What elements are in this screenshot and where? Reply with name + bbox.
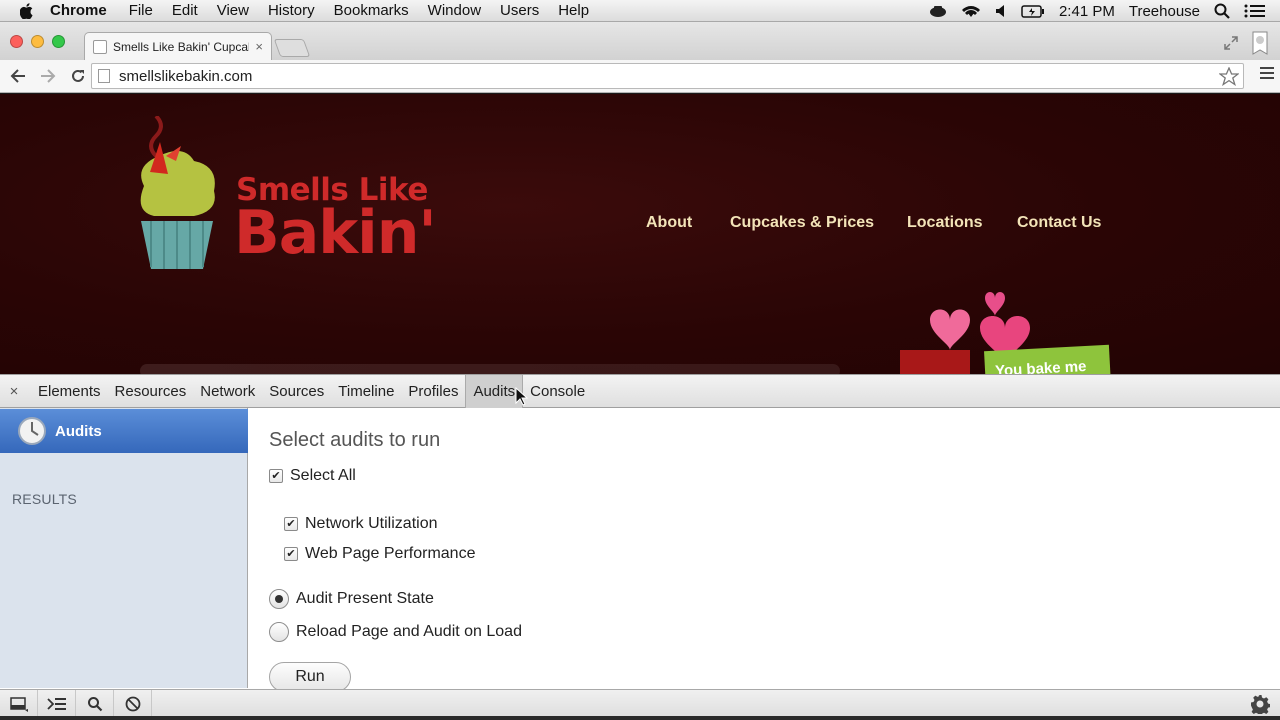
web-page-performance-label: Web Page Performance: [305, 545, 476, 562]
forward-icon[interactable]: [34, 62, 62, 90]
macos-menu-bar: Chrome File Edit View History Bookmarks …: [0, 0, 1280, 22]
devtools-tab-bar: × Elements Resources Network Sources Tim…: [0, 374, 1280, 408]
site-nav-cupcakes-prices[interactable]: Cupcakes & Prices: [730, 214, 874, 232]
browser-toolbar: smellslikebakin.com: [0, 60, 1280, 93]
menu-file[interactable]: File: [129, 2, 153, 19]
address-bar[interactable]: smellslikebakin.com: [91, 63, 1244, 89]
audits-heading: Select audits to run: [269, 429, 441, 451]
menu-bookmarks[interactable]: Bookmarks: [334, 2, 409, 19]
console-drawer-icon[interactable]: [38, 689, 76, 718]
menubar-user[interactable]: Treehouse: [1129, 3, 1200, 20]
menu-chrome[interactable]: Chrome: [50, 2, 107, 19]
page-icon: [98, 69, 110, 83]
menu-users[interactable]: Users: [500, 2, 539, 19]
tab-title: Smells Like Bakin' Cupcake: [113, 39, 250, 54]
mouse-cursor-icon: [515, 387, 529, 406]
website-viewport: Smells Like Bakin' About Cupcakes & Pric…: [0, 94, 1280, 374]
tab-profiles[interactable]: Profiles: [401, 375, 465, 408]
reload-and-audit-label: Reload Page and Audit on Load: [296, 623, 522, 640]
browser-tab-strip: Smells Like Bakin' Cupcake ×: [0, 22, 1280, 60]
menubar-clock[interactable]: 2:41 PM: [1059, 3, 1115, 20]
checkbox-checked-icon[interactable]: ✔: [269, 469, 283, 483]
fullscreen-icon[interactable]: [1224, 36, 1238, 55]
close-window-button[interactable]: [10, 35, 23, 48]
dock-toggle-icon[interactable]: [0, 689, 38, 718]
tab-elements[interactable]: Elements: [31, 375, 108, 408]
tab-resources[interactable]: Resources: [108, 375, 194, 408]
site-nav-contact-us[interactable]: Contact Us: [1017, 214, 1101, 232]
web-page-performance-checkbox[interactable]: ✔ Web Page Performance: [284, 545, 475, 563]
site-nav-about[interactable]: About: [646, 214, 692, 232]
logo-text-line2[interactable]: Bakin': [234, 198, 437, 268]
audits-clock-icon: [18, 417, 46, 445]
back-icon[interactable]: [4, 62, 32, 90]
site-nav-locations[interactable]: Locations: [907, 214, 983, 232]
cupcake-logo-icon[interactable]: [136, 116, 226, 276]
radio-selected-icon[interactable]: [269, 589, 289, 609]
chrome-menu-icon[interactable]: [1260, 66, 1274, 85]
clear-block-icon[interactable]: [114, 689, 152, 718]
menu-view[interactable]: View: [217, 2, 249, 19]
reload-and-audit-radio[interactable]: Reload Page and Audit on Load: [269, 622, 522, 642]
notification-center-icon[interactable]: [1244, 4, 1266, 18]
spotlight-search-icon[interactable]: [1214, 3, 1230, 19]
apple-menu-icon[interactable]: [16, 2, 38, 19]
volume-icon[interactable]: [995, 4, 1007, 18]
wifi-icon[interactable]: [961, 4, 981, 18]
reload-icon[interactable]: [64, 62, 92, 90]
profile-avatar-icon[interactable]: [1250, 30, 1270, 61]
sidebar-audits-label: Audits: [55, 422, 102, 440]
new-tab-button[interactable]: [273, 39, 311, 57]
select-all-label: Select All: [290, 467, 356, 484]
audit-present-state-label: Audit Present State: [296, 590, 434, 607]
network-utilization-checkbox[interactable]: ✔ Network Utilization: [284, 515, 437, 533]
devtools-panel: × Elements Resources Network Sources Tim…: [0, 374, 1280, 720]
tab-timeline[interactable]: Timeline: [331, 375, 401, 408]
checkbox-checked-icon[interactable]: ✔: [284, 517, 298, 531]
battery-icon[interactable]: [1021, 4, 1045, 18]
menu-history[interactable]: History: [268, 2, 315, 19]
browser-tab[interactable]: Smells Like Bakin' Cupcake ×: [84, 32, 272, 60]
checkbox-checked-icon[interactable]: ✔: [284, 547, 298, 561]
tab-sources[interactable]: Sources: [262, 375, 331, 408]
zoom-window-button[interactable]: [52, 35, 65, 48]
url-text[interactable]: smellslikebakin.com: [119, 68, 252, 85]
screen-recorder-icon[interactable]: [929, 4, 947, 18]
tab-close-icon[interactable]: ×: [255, 39, 263, 54]
search-icon[interactable]: [76, 689, 114, 718]
devtools-close-icon[interactable]: ×: [0, 383, 28, 400]
sidebar-item-audits[interactable]: Audits: [0, 409, 248, 453]
headline-partial: [140, 364, 840, 374]
tab-console[interactable]: Console: [523, 375, 592, 408]
window-controls: [10, 35, 65, 48]
sidebar-results-header: RESULTS: [12, 491, 77, 507]
devtools-status-bar: [0, 689, 1280, 718]
radio-unselected-icon[interactable]: [269, 622, 289, 642]
bookmark-star-icon[interactable]: [1218, 66, 1240, 90]
select-all-checkbox[interactable]: ✔ Select All: [269, 467, 356, 485]
audits-launcher: Select audits to run ✔ Select All ✔ Netw…: [249, 408, 1280, 692]
network-utilization-label: Network Utilization: [305, 515, 438, 532]
minimize-window-button[interactable]: [31, 35, 44, 48]
audit-present-state-radio[interactable]: Audit Present State: [269, 589, 434, 609]
menu-help[interactable]: Help: [558, 2, 589, 19]
screen-bottom-edge: [0, 716, 1280, 720]
tab-network[interactable]: Network: [193, 375, 262, 408]
audits-sidebar: Audits RESULTS: [0, 408, 248, 688]
page-favicon-icon: [93, 39, 107, 54]
menu-window[interactable]: Window: [428, 2, 481, 19]
run-button[interactable]: Run: [269, 662, 351, 692]
menu-edit[interactable]: Edit: [172, 2, 198, 19]
